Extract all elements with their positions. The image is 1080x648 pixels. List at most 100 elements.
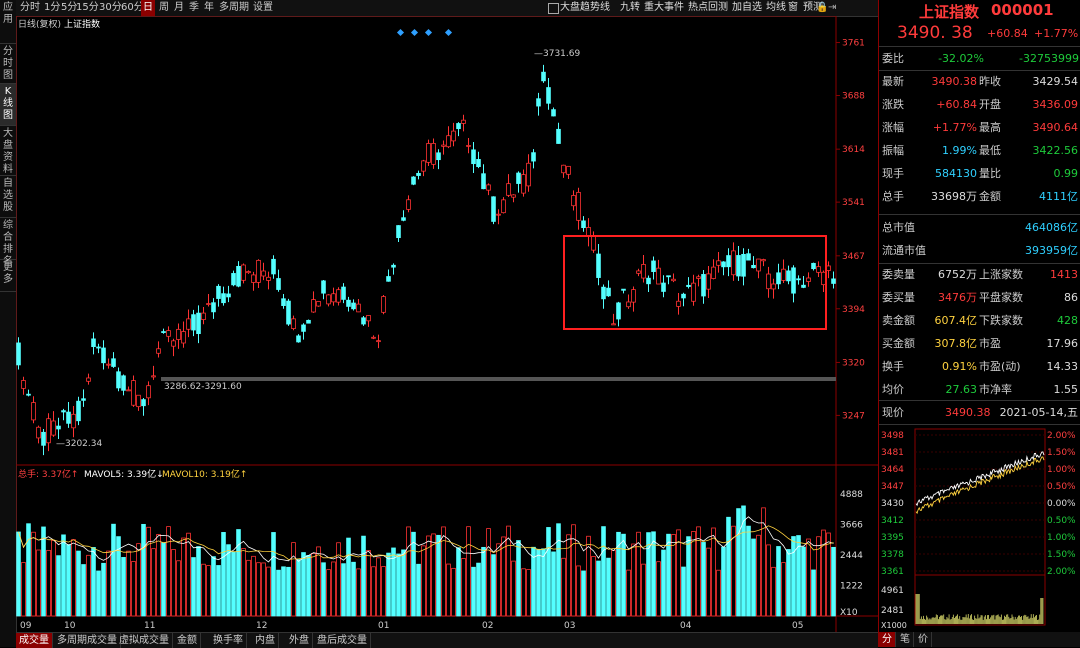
volume-bar [296, 559, 301, 617]
candle-body [686, 284, 691, 287]
period-12[interactable]: 设置 [251, 0, 275, 16]
period-6[interactable]: 日 [141, 0, 155, 16]
volume-bar [341, 563, 346, 617]
indicator-tab-0[interactable]: 成交量 [16, 633, 53, 648]
candle-body [391, 264, 396, 268]
mini-tab-1[interactable]: 笔 [897, 632, 914, 647]
checkbox-icon[interactable] [548, 3, 559, 14]
candle-body [791, 267, 796, 294]
period-7[interactable]: 周 [157, 0, 171, 16]
toolbar-action-0[interactable]: 大盘趋势线 [560, 0, 610, 16]
volume-bar [316, 546, 321, 617]
period-0[interactable]: 分时 [18, 0, 42, 16]
left-tab-4[interactable]: 自选股 [0, 176, 16, 218]
high-annotation: —3731.69 [534, 49, 580, 59]
candle-body [806, 277, 811, 282]
candle-body [86, 377, 91, 382]
toolbar-action-1[interactable]: 九转 [620, 0, 640, 16]
volume-bar [286, 566, 291, 617]
quote-value-2: 3422.56 [1032, 144, 1079, 157]
volume-bar [236, 529, 241, 617]
mini-price-label: 3498 [881, 431, 904, 441]
volume-bar [136, 543, 141, 617]
left-tab-5[interactable]: 综合排名 [0, 218, 16, 267]
kline-chart[interactable]: 日线(复权) 上证指数 3761 3688 3614 3541 3467 3394 3320 32… [16, 16, 878, 632]
period-8[interactable]: 月 [172, 0, 186, 16]
exit-icon[interactable]: ⇥ [828, 0, 836, 16]
left-tab-0[interactable]: 应用 [0, 0, 16, 44]
quote-label-2: 最高 [979, 121, 1001, 134]
price-axis-label: 3541 [842, 198, 865, 208]
candle-body [201, 312, 206, 321]
price-axis-label: 3761 [842, 39, 865, 49]
left-tab-2[interactable]: K线图 [0, 84, 16, 126]
indicator-tab-6[interactable]: 外盘 [286, 633, 313, 648]
left-tab-3[interactable]: 大盘资料 [0, 126, 16, 176]
volume-bar [51, 540, 56, 617]
volume-bar [711, 527, 716, 617]
candle-body [721, 261, 726, 268]
toolbar-action-2[interactable]: 重大事件 [644, 0, 684, 16]
mini-pct-label: 0.50% [1047, 482, 1076, 492]
toolbar-action-5[interactable]: 均线 [766, 0, 786, 16]
period-9[interactable]: 季 [187, 0, 201, 16]
indicator-tab-4[interactable]: 换手率 [210, 633, 247, 648]
month-label: 03 [564, 621, 575, 631]
indicator-tab-7[interactable]: 盘后成交量 [314, 633, 371, 648]
candle-body [576, 191, 581, 221]
quote-label: 委卖量 [882, 268, 915, 281]
volume-bar [271, 532, 276, 617]
candle-body [701, 274, 706, 297]
quote-row: 委买量 3476万 平盘家数 86 [879, 286, 1080, 309]
candle-body [706, 273, 711, 290]
candle-body [166, 330, 171, 337]
quote-value-2: 14.33 [1046, 360, 1079, 373]
toolbar-action-3[interactable]: 热点回测 [688, 0, 728, 16]
toolbar-action-6[interactable]: 窗 [788, 0, 798, 16]
volume-bar [746, 525, 751, 617]
period-11[interactable]: 多周期 [217, 0, 251, 16]
candle-body [556, 128, 561, 144]
quote-value: 307.8亿 [934, 337, 978, 350]
candle-body [366, 315, 371, 322]
quote-row: 卖金额 607.4亿 下跌家数 428 [879, 309, 1080, 332]
indicator-tab-5[interactable]: 内盘 [252, 633, 279, 648]
candle-body [311, 299, 316, 313]
candle-body [796, 278, 801, 281]
candle-body [81, 398, 86, 401]
candle-body [441, 144, 446, 147]
volume-bar [491, 554, 496, 617]
intraday-mini-chart[interactable]: 3498 2.00% 3481 1.50% 3464 1.00% 3447 0.50% 3430… [879, 425, 1080, 631]
volume-bar [771, 566, 776, 617]
period-10[interactable]: 年 [202, 0, 216, 16]
candle-body [71, 413, 76, 429]
left-tab-6[interactable]: 更多 [0, 260, 16, 292]
indicator-tab-3[interactable]: 金额 [174, 633, 201, 648]
toolbar-action-4[interactable]: 加自选 [732, 0, 762, 16]
volume-bar [411, 531, 416, 617]
volume-total: 总手: 3.37亿↑ [18, 468, 78, 480]
quote-label-2: 市净率 [979, 383, 1012, 396]
mini-tab-0[interactable]: 分 [879, 632, 896, 647]
mini-tab-2[interactable]: 价 [915, 632, 932, 647]
candle-body [111, 358, 116, 367]
volume-bar [756, 534, 761, 617]
candle-body [616, 302, 621, 320]
volume-bar [311, 553, 316, 617]
candle-body [301, 324, 306, 332]
volume-bar [386, 552, 391, 617]
volume-bar [366, 550, 371, 617]
indicator-tab-1[interactable]: 多周期成交量 [54, 633, 121, 648]
indicator-tab-2[interactable]: 虚拟成交量 [116, 633, 173, 648]
quote-row: 总手 33698万 金额 4111亿 [879, 185, 1080, 208]
left-tab-1[interactable]: 分时图 [0, 44, 16, 84]
quote-label: 委买量 [882, 291, 915, 304]
volume-bar [176, 560, 181, 617]
volume-bar [461, 558, 466, 617]
volume-bar [361, 535, 366, 617]
candle-body [101, 347, 106, 364]
lock-icon[interactable]: 🔒 [816, 0, 828, 16]
volume-bar [671, 534, 676, 617]
mini-tabs: 分笔价 [879, 632, 1080, 647]
volume-bar [191, 557, 196, 617]
